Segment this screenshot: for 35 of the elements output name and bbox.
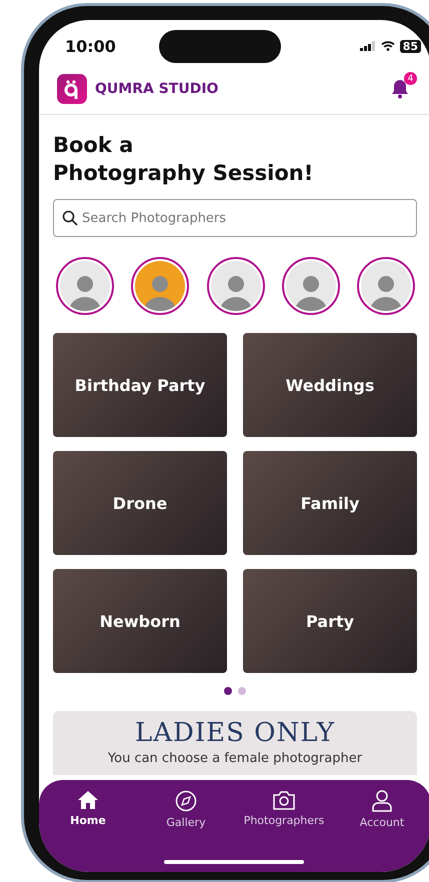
tab-item[interactable]: Gallery (137, 790, 235, 834)
brand-name: QUMRA STUDIO (95, 81, 218, 97)
category-card[interactable]: Weddings (243, 333, 417, 437)
promo-title: LADIES ONLY (134, 717, 336, 749)
avatar-placeholder[interactable] (56, 257, 114, 315)
compass-icon (175, 790, 197, 812)
avatar-placeholder[interactable] (282, 257, 340, 315)
category-card[interactable]: Party (243, 569, 417, 673)
battery-level: 85 (400, 40, 421, 52)
page-title: Book a Photography Session! (53, 132, 314, 187)
category-card[interactable]: Family (243, 451, 417, 555)
pager-dot[interactable] (224, 687, 232, 695)
camera-icon (272, 790, 296, 810)
tab-item[interactable]: Photographers (235, 790, 333, 834)
avatar-placeholder[interactable] (206, 257, 264, 315)
promo-card[interactable]: LADIES ONLY You can choose a female photographer (53, 711, 417, 775)
bell-icon[interactable] (391, 79, 409, 99)
signal-icon (360, 41, 376, 51)
search-icon (62, 210, 78, 226)
avatar-placeholder[interactable] (357, 257, 415, 315)
status-time: 10:00 (65, 36, 116, 56)
search-field[interactable]: Search Photographers (53, 199, 417, 237)
category-card[interactable]: Drone (53, 451, 227, 555)
category-card[interactable]: Newborn (53, 569, 227, 673)
tab-item[interactable]: Home (39, 790, 137, 834)
wifi-icon (380, 41, 395, 51)
tab-item[interactable]: Account (333, 790, 429, 834)
pager-dot[interactable] (238, 687, 246, 695)
promo-subtitle: You can choose a female photographer (108, 751, 362, 767)
person-icon (371, 790, 393, 812)
app-logo (57, 74, 87, 104)
home-icon (77, 790, 99, 810)
category-card[interactable]: Birthday Party (53, 333, 227, 437)
avatar-placeholder[interactable] (131, 257, 190, 315)
notification-badge: 4 (404, 72, 417, 85)
